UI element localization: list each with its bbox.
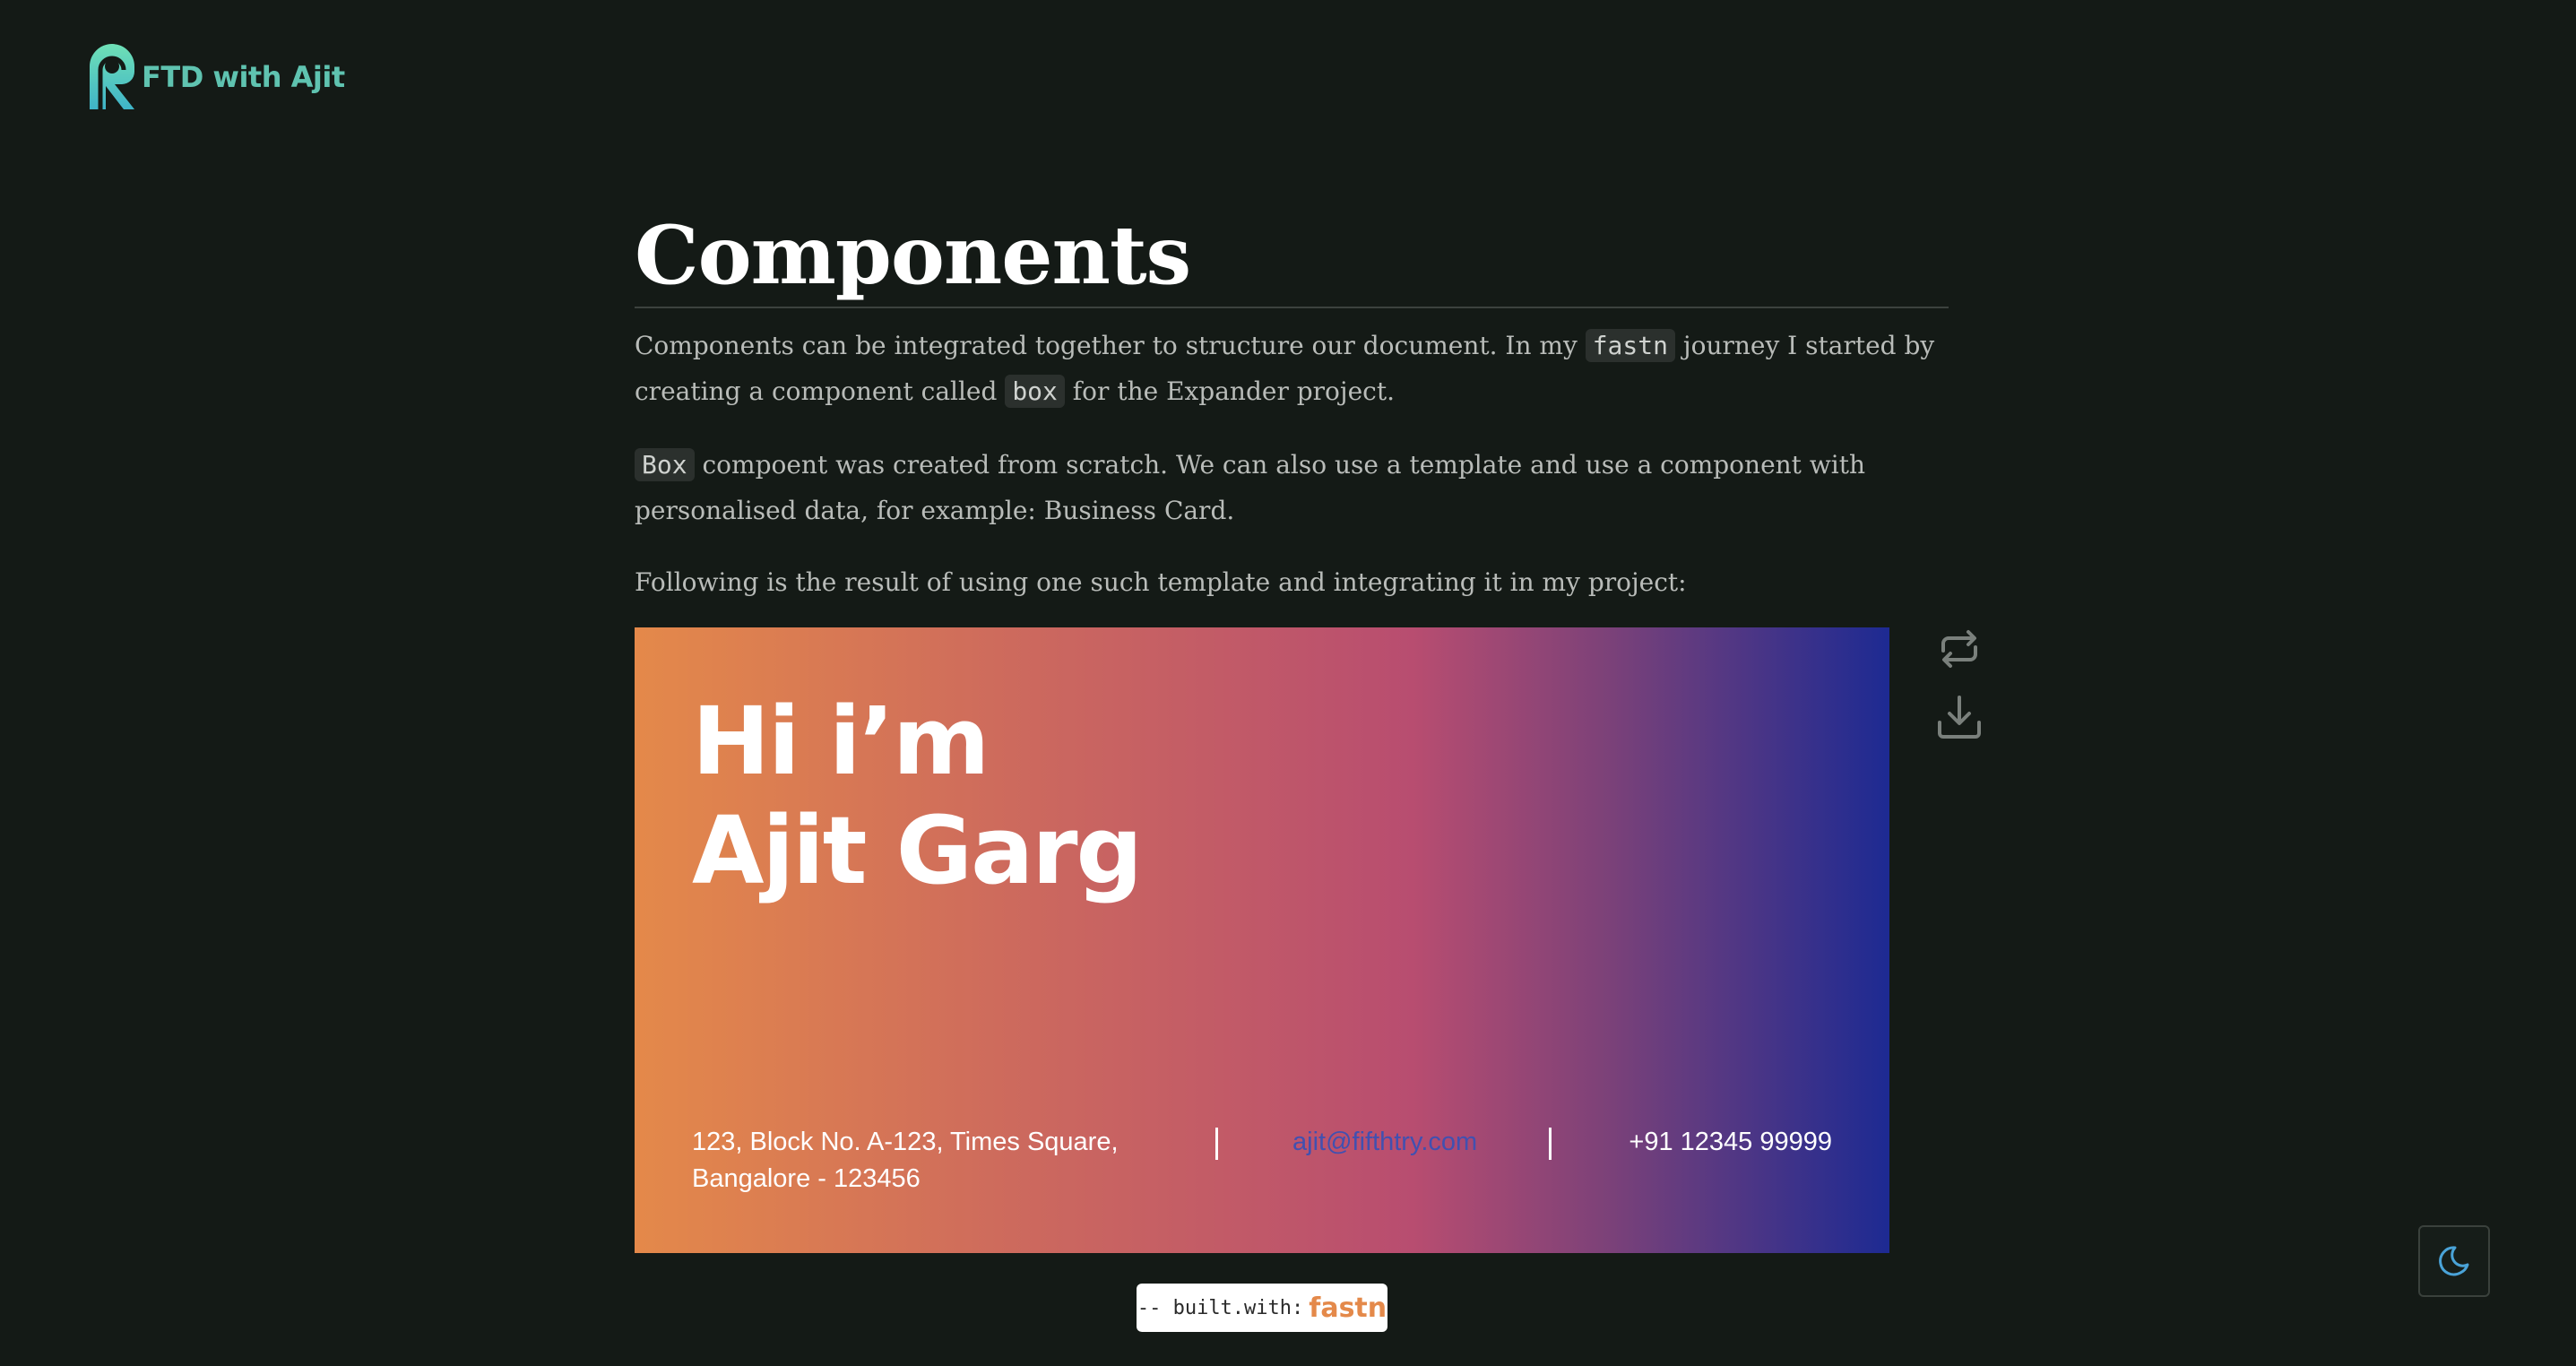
theme-toggle-button[interactable] — [2418, 1225, 2490, 1297]
page-root: FTD with Ajit Components Components can … — [0, 0, 2576, 1366]
site-logo[interactable]: FTD with Ajit — [84, 41, 345, 113]
contact-divider — [1549, 1128, 1552, 1160]
paragraph-text: compoent was created from scratch. We ca… — [635, 450, 1866, 525]
repeat-icon[interactable] — [1934, 624, 1984, 674]
title-divider — [635, 307, 1949, 308]
inline-code-box-component: Box — [635, 448, 695, 481]
intro-paragraph: Components can be integrated together to… — [635, 323, 1949, 414]
built-with-label: -- built.with: — [1137, 1296, 1304, 1319]
paragraph-text: Components can be integrated together to… — [635, 331, 1586, 360]
inline-code-box: box — [1005, 375, 1065, 408]
paragraph-text: for the Expander project. — [1064, 376, 1395, 406]
address-line-2: Bangalore - 123456 — [692, 1164, 921, 1193]
card-tools — [1934, 624, 1984, 742]
business-card: Hi i’m Ajit Garg 123, Block No. A-123, T… — [635, 627, 1889, 1253]
card-address: 123, Block No. A-123, Times Square, Bang… — [692, 1124, 1194, 1197]
card-contact-row: 123, Block No. A-123, Times Square, Bang… — [692, 1124, 1832, 1205]
main-content: Components Components can be integrated … — [635, 206, 1949, 605]
inline-code-fastn: fastn — [1585, 329, 1675, 362]
template-paragraph: Box compoent was created from scratch. W… — [635, 442, 1949, 533]
logo-text: FTD with Ajit — [142, 60, 345, 94]
logo-icon — [90, 44, 134, 109]
download-icon[interactable] — [1934, 692, 1984, 742]
page-title: Components — [635, 208, 1191, 303]
card-name: Ajit Garg — [692, 796, 1143, 905]
address-line-1: 123, Block No. A-123, Times Square, — [692, 1128, 1119, 1156]
contact-divider — [1215, 1128, 1218, 1160]
built-with-fastn-badge[interactable]: -- built.with: fastn — [1137, 1284, 1387, 1332]
card-greeting: Hi i’m — [692, 687, 990, 796]
card-email-link[interactable]: ajit@fifthtry.com — [1292, 1124, 1477, 1161]
moon-icon — [2439, 1246, 2469, 1276]
result-paragraph: Following is the result of using one suc… — [635, 567, 1687, 597]
fastn-brand: fastn — [1309, 1292, 1387, 1324]
card-phone: +91 12345 99999 — [1629, 1128, 1832, 1156]
